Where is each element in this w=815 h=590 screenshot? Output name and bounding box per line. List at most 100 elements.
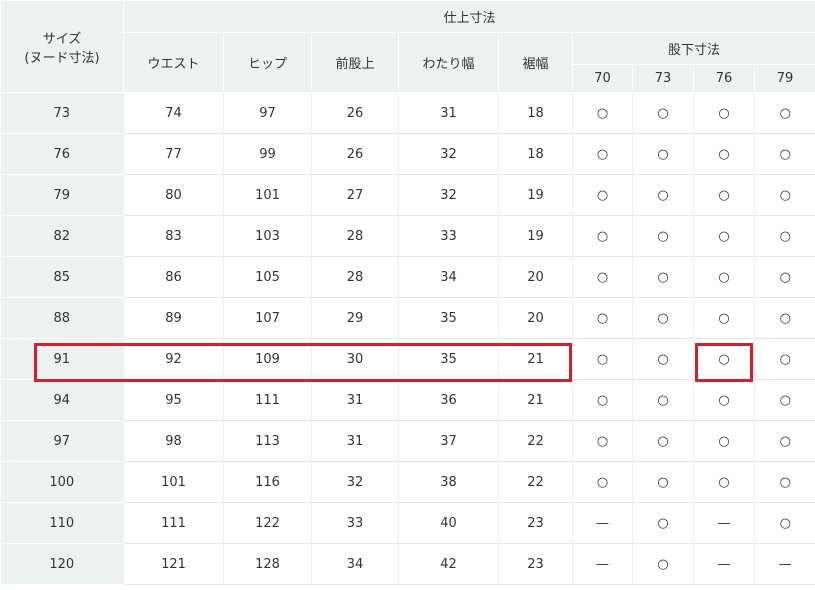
table-row: 110 111 122 33 40 23 — ○ — ○ (0, 502, 815, 544)
available-circle-icon: ○ (657, 474, 669, 490)
available-circle-icon: ○ (596, 310, 609, 326)
hem-width-cell: 18 (498, 133, 573, 175)
available-circle-icon: ○ (718, 187, 730, 203)
hip-cell: 101 (223, 174, 312, 216)
available-circle-icon: ○ (779, 433, 791, 449)
front-rise-cell: 33 (311, 502, 399, 544)
front-rise-cell: 31 (311, 420, 399, 462)
front-rise-cell: 28 (311, 256, 399, 298)
waist-header: ウエスト (123, 32, 224, 93)
inseam-availability-cell: ○ (632, 502, 694, 544)
inseam-availability-cell: ○ (754, 92, 815, 134)
inseam-availability-cell: ○ (693, 338, 755, 380)
hip-cell: 113 (223, 420, 312, 462)
inseam-availability-cell: — (572, 502, 633, 544)
available-circle-icon: ○ (718, 474, 730, 490)
available-circle-icon: ○ (779, 228, 791, 244)
table-row: 91 92 109 30 35 21 ○ ○ ○ ○ (0, 338, 815, 380)
available-circle-icon: ○ (718, 392, 730, 408)
available-circle-icon: ○ (596, 146, 609, 162)
available-circle-icon: ○ (779, 269, 791, 285)
hem-width-cell: 21 (498, 379, 573, 421)
inseam-availability-cell: ○ (693, 133, 755, 175)
front-rise-cell: 32 (311, 461, 399, 503)
table-row: 76 77 99 26 32 18 ○ ○ ○ ○ (0, 133, 815, 175)
inseam-availability-cell: ○ (693, 420, 755, 462)
inseam-availability-cell: ○ (632, 338, 694, 380)
hem-width-cell: 22 (498, 461, 573, 503)
thigh-width-cell: 33 (398, 215, 499, 257)
size-cell: 120 (0, 543, 124, 585)
waist-cell: 101 (123, 461, 224, 503)
front-rise-cell: 30 (311, 338, 399, 380)
inseam-availability-cell: ○ (754, 256, 815, 298)
hem-width-cell: 23 (498, 502, 573, 544)
front-rise-cell: 31 (311, 379, 399, 421)
hip-cell: 103 (223, 215, 312, 257)
available-circle-icon: ○ (596, 392, 609, 408)
available-circle-icon: ○ (657, 187, 669, 203)
inseam-size-header: 70 (572, 64, 633, 93)
inseam-availability-cell: ○ (754, 461, 815, 503)
inseam-availability-cell: ○ (693, 379, 755, 421)
table-body: 73 74 97 26 31 18 ○ ○ ○ ○ 76 77 99 26 32 18 ○ ○ ○ ○ 79 80 101 2… (0, 92, 815, 585)
hem-width-cell: 22 (498, 420, 573, 462)
inseam-availability-cell: ○ (754, 379, 815, 421)
available-circle-icon: ○ (779, 105, 791, 121)
available-circle-icon: ○ (596, 269, 609, 285)
available-circle-icon: ○ (657, 105, 669, 121)
hem-width-cell: 23 (498, 543, 573, 585)
inseam-availability-cell: ○ (632, 256, 694, 298)
inseam-availability-cell: ○ (632, 461, 694, 503)
size-cell: 88 (0, 297, 124, 339)
hip-cell: 99 (223, 133, 312, 175)
table-row: 73 74 97 26 31 18 ○ ○ ○ ○ (0, 92, 815, 134)
hip-cell: 116 (223, 461, 312, 503)
waist-cell: 98 (123, 420, 224, 462)
table-row: 97 98 113 31 37 22 ○ ○ ○ ○ (0, 420, 815, 462)
size-cell: 110 (0, 502, 124, 544)
waist-cell: 86 (123, 256, 224, 298)
inseam-size-header: 76 (693, 64, 755, 93)
thigh-width-cell: 31 (398, 92, 499, 134)
front-rise-cell: 27 (311, 174, 399, 216)
waist-cell: 74 (123, 92, 224, 134)
hip-cell: 109 (223, 338, 312, 380)
size-chart: サイズ (ヌード寸法) 仕上寸法 ウエスト ヒップ 前股上 わたり幅 裾幅 股下… (0, 0, 815, 590)
size-header-sublabel: (ヌード寸法) (24, 50, 100, 66)
hem-width-cell: 21 (498, 338, 573, 380)
available-circle-icon: ○ (657, 392, 669, 408)
available-circle-icon: ○ (779, 392, 791, 408)
hip-cell: 128 (223, 543, 312, 585)
waist-cell: 80 (123, 174, 224, 216)
thigh-width-cell: 34 (398, 256, 499, 298)
hem-width-cell: 19 (498, 215, 573, 257)
front-rise-header: 前股上 (311, 32, 399, 93)
hip-header: ヒップ (223, 32, 312, 93)
unavailable-dash-icon: — (717, 515, 731, 531)
inseam-header: 股下寸法 (572, 32, 815, 65)
available-circle-icon: ○ (657, 433, 669, 449)
available-circle-icon: ○ (779, 351, 791, 367)
available-circle-icon: ○ (718, 269, 730, 285)
waist-cell: 89 (123, 297, 224, 339)
hem-width-header: 裾幅 (498, 32, 573, 93)
available-circle-icon: ○ (718, 433, 730, 449)
thigh-width-cell: 35 (398, 338, 499, 380)
waist-cell: 83 (123, 215, 224, 257)
available-circle-icon: ○ (657, 351, 669, 367)
inseam-availability-cell: ○ (632, 133, 694, 175)
hip-cell: 107 (223, 297, 312, 339)
inseam-availability-cell: ○ (693, 297, 755, 339)
inseam-availability-cell: ○ (572, 174, 633, 216)
inseam-availability-cell: ○ (572, 133, 633, 175)
hip-cell: 122 (223, 502, 312, 544)
available-circle-icon: ○ (657, 269, 669, 285)
available-circle-icon: ○ (718, 310, 730, 326)
size-cell: 73 (0, 92, 124, 134)
inseam-availability-cell: ○ (754, 133, 815, 175)
inseam-availability-cell: ○ (632, 297, 694, 339)
front-rise-cell: 26 (311, 133, 399, 175)
inseam-availability-cell: ○ (754, 338, 815, 380)
available-circle-icon: ○ (596, 228, 609, 244)
